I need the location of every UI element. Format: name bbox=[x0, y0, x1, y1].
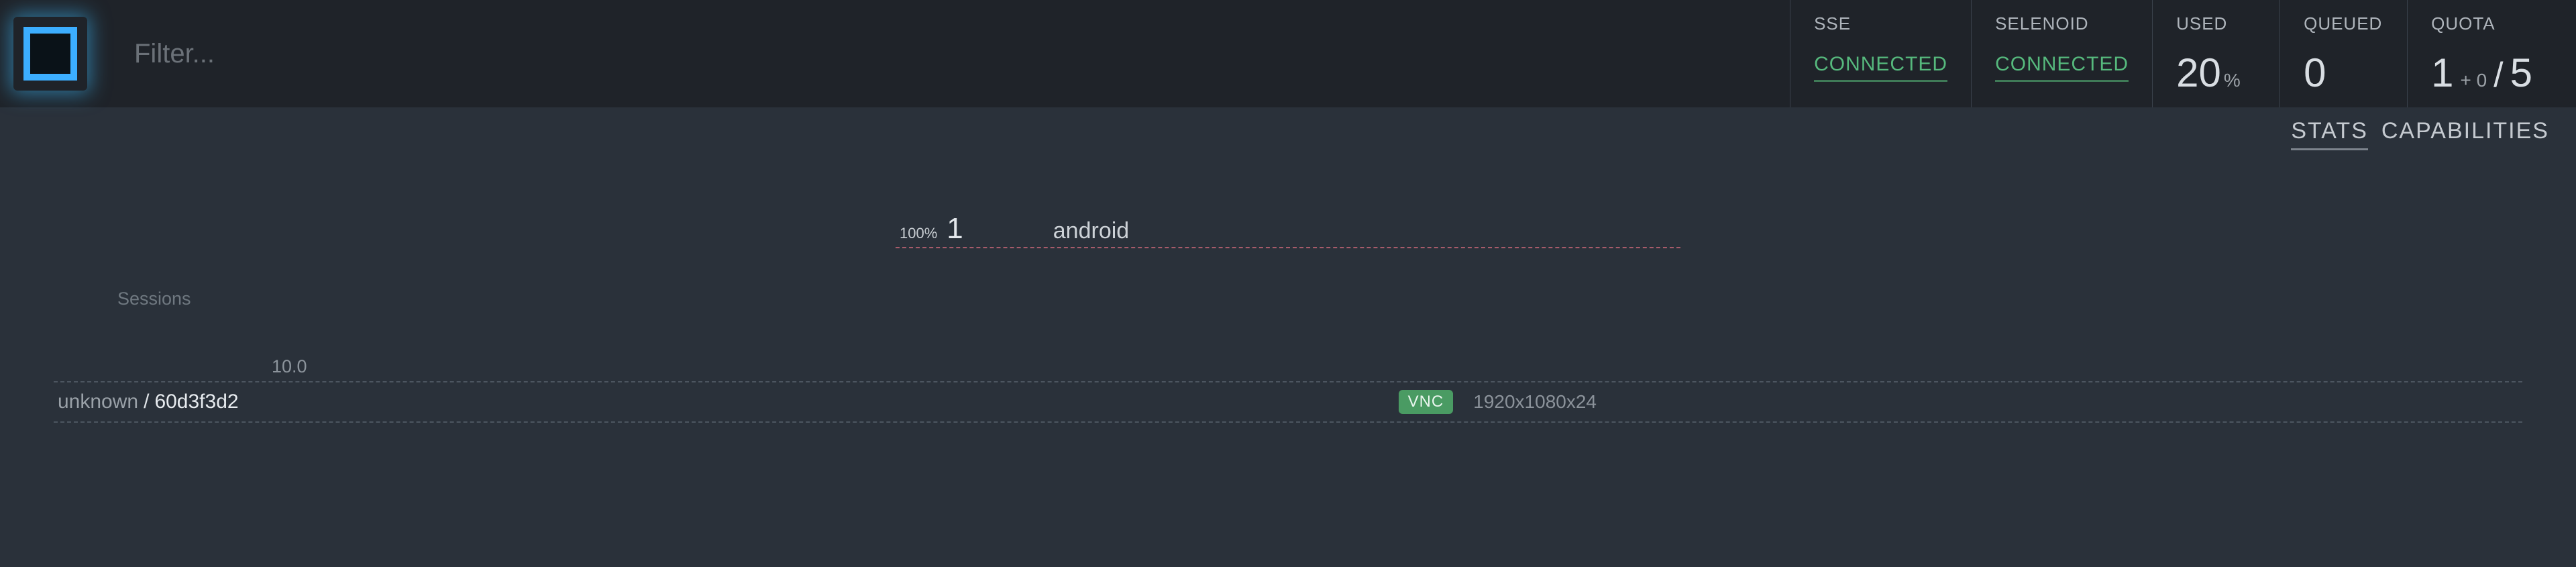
session-id: 60d3f3d2 bbox=[154, 391, 238, 413]
session-name: unknown bbox=[58, 391, 138, 413]
sessions-heading: Sessions bbox=[117, 289, 2522, 309]
session-row[interactable]: unknown / 60d3f3d2 VNC 1920x1080x24 bbox=[54, 381, 2522, 421]
status-quota-label: QUOTA bbox=[2431, 13, 2532, 34]
status-queued-value: 0 bbox=[2304, 53, 2383, 93]
sessions-list: unknown / 60d3f3d2 VNC 1920x1080x24 bbox=[54, 381, 2522, 423]
session-resolution: 1920x1080x24 bbox=[1473, 391, 1597, 413]
status-selenoid-value: CONNECTED bbox=[1995, 53, 2129, 82]
sessions-section: Sessions 10.0 unknown / 60d3f3d2 VNC 192… bbox=[54, 289, 2522, 423]
browser-count: 1 bbox=[947, 212, 963, 246]
tab-stats[interactable]: STATS bbox=[2291, 118, 2368, 150]
logo-square-icon bbox=[23, 27, 77, 81]
tabs: STATS CAPABILITIES bbox=[0, 107, 2576, 150]
status-selenoid-label: SELENOID bbox=[1995, 13, 2129, 34]
status-queued-label: QUEUED bbox=[2304, 13, 2383, 34]
status-quota: QUOTA 1 + 0 / 5 bbox=[2407, 0, 2556, 107]
status-sse-value: CONNECTED bbox=[1814, 53, 1947, 82]
status-used-label: USED bbox=[2176, 13, 2256, 34]
browser-name: android bbox=[1053, 218, 1129, 244]
app-logo[interactable] bbox=[13, 17, 87, 91]
vnc-badge[interactable]: VNC bbox=[1399, 390, 1454, 414]
status-used-value: 20% bbox=[2176, 53, 2256, 93]
status-sse: SSE CONNECTED bbox=[1790, 0, 1971, 107]
session-separator: / bbox=[144, 391, 149, 413]
browser-percent: 100% bbox=[900, 225, 937, 242]
tab-capabilities[interactable]: CAPABILITIES bbox=[2381, 118, 2549, 150]
status-sse-label: SSE bbox=[1814, 13, 1947, 34]
sessions-version: 10.0 bbox=[272, 356, 2522, 377]
topbar: SSE CONNECTED SELENOID CONNECTED USED 20… bbox=[0, 0, 2576, 107]
status-group: SSE CONNECTED SELENOID CONNECTED USED 20… bbox=[1790, 0, 2556, 107]
filter-input[interactable] bbox=[134, 0, 1790, 107]
status-queued: QUEUED 0 bbox=[2279, 0, 2407, 107]
status-used: USED 20% bbox=[2152, 0, 2279, 107]
browser-usage-bar: 100% 1 android bbox=[896, 211, 1680, 248]
status-quota-value: 1 + 0 / 5 bbox=[2431, 53, 2532, 95]
status-selenoid: SELENOID CONNECTED bbox=[1971, 0, 2152, 107]
